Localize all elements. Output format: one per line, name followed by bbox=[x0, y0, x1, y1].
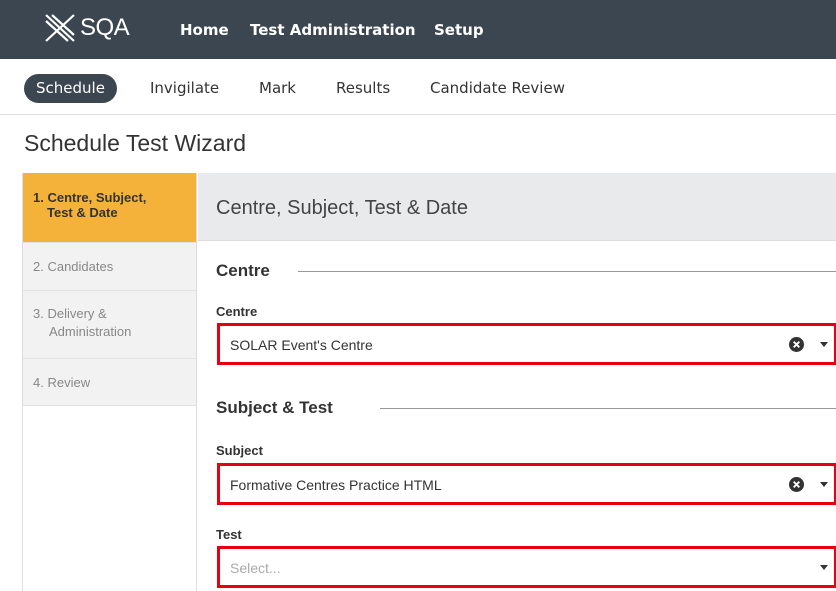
subject-field-label: Subject bbox=[216, 443, 263, 458]
test-select[interactable]: Select... bbox=[217, 546, 836, 588]
step-label: 3. Delivery & bbox=[33, 306, 107, 321]
nav-setup[interactable]: Setup bbox=[434, 0, 484, 59]
wizard-step-4[interactable]: 4. Review bbox=[23, 359, 196, 406]
chevron-down-icon[interactable] bbox=[820, 565, 828, 570]
clear-icon[interactable] bbox=[789, 477, 804, 492]
step-label: 2. Candidates bbox=[33, 259, 114, 274]
step-label-2: Administration bbox=[49, 324, 132, 339]
clear-icon[interactable] bbox=[789, 337, 804, 352]
chevron-down-icon[interactable] bbox=[820, 342, 828, 347]
centre-select[interactable]: SOLAR Event's Centre bbox=[217, 323, 836, 365]
step-label: 1. Centre, Subject, bbox=[33, 190, 147, 205]
subnav-candidate-review[interactable]: Candidate Review bbox=[430, 74, 565, 103]
centre-field-label: Centre bbox=[216, 304, 258, 319]
wizard-step-1[interactable]: 1. Centre, Subject, Test & Date bbox=[23, 173, 196, 243]
subject-select-value: Formative Centres Practice HTML bbox=[230, 477, 442, 493]
subnav-invigilate[interactable]: Invigilate bbox=[150, 74, 219, 103]
subnav-schedule[interactable]: Schedule bbox=[24, 74, 117, 103]
section-title-subject-test: Subject & Test bbox=[216, 398, 333, 417]
centre-select-value: SOLAR Event's Centre bbox=[230, 337, 373, 353]
top-navigation-bar: SQA Home Test Administration Setup bbox=[0, 0, 836, 59]
section-divider bbox=[298, 271, 836, 272]
wizard-step-3[interactable]: 3. Delivery & Administration bbox=[23, 291, 196, 359]
step-label: 4. Review bbox=[33, 375, 91, 390]
subject-select[interactable]: Formative Centres Practice HTML bbox=[217, 463, 836, 505]
sqa-logo[interactable]: SQA bbox=[44, 8, 130, 48]
step-header: Centre, Subject, Test & Date bbox=[198, 173, 836, 241]
nav-test-administration[interactable]: Test Administration bbox=[250, 0, 416, 59]
schedule-wizard: 1. Centre, Subject, Test & Date 2. Candi… bbox=[22, 173, 836, 591]
nav-home[interactable]: Home bbox=[180, 0, 229, 59]
sqa-logo-icon bbox=[45, 14, 75, 42]
test-field-label: Test bbox=[216, 527, 242, 542]
page-title: Schedule Test Wizard bbox=[24, 130, 247, 156]
sub-navigation: Schedule Invigilate Mark Results Candida… bbox=[0, 59, 836, 115]
step-label-2: Test & Date bbox=[47, 205, 118, 220]
subnav-mark[interactable]: Mark bbox=[259, 74, 296, 103]
logo-text: SQA bbox=[80, 14, 130, 41]
section-title-centre: Centre bbox=[216, 261, 270, 280]
test-select-placeholder: Select... bbox=[230, 560, 281, 576]
step-header-title: Centre, Subject, Test & Date bbox=[216, 197, 468, 219]
wizard-steps: 1. Centre, Subject, Test & Date 2. Candi… bbox=[23, 173, 197, 591]
subnav-results[interactable]: Results bbox=[336, 74, 390, 103]
chevron-down-icon[interactable] bbox=[820, 482, 828, 487]
wizard-step-2[interactable]: 2. Candidates bbox=[23, 243, 196, 291]
section-divider bbox=[380, 408, 836, 409]
